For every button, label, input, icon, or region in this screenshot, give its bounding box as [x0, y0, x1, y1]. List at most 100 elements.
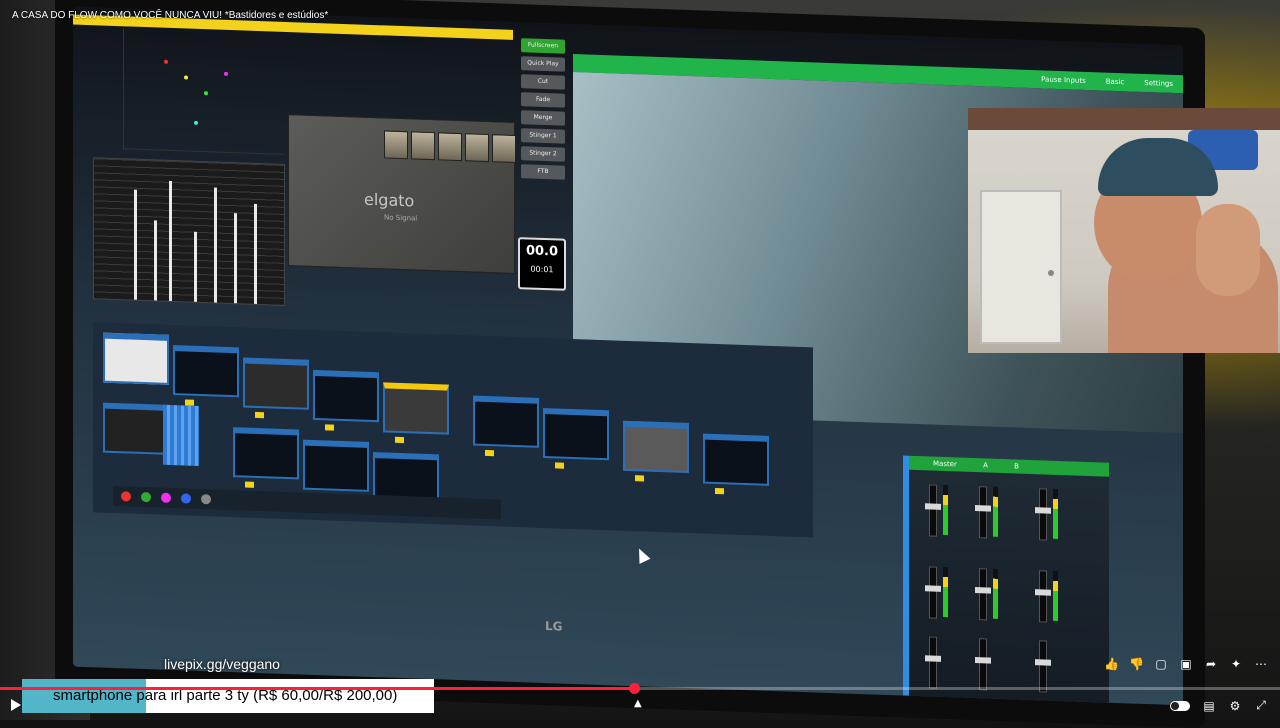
level-meter [993, 486, 998, 537]
input-pad[interactable] [555, 462, 564, 469]
action-icons: 👍 👎 ▢ ▣ ➦ ✦ ⋯ [1104, 657, 1268, 671]
comment-icon[interactable]: ▢ [1154, 657, 1168, 671]
elgato-logo: elgato [364, 189, 415, 211]
multicorder-icon[interactable] [181, 493, 191, 504]
clock-sub: 00:01 [530, 264, 554, 275]
waveform-spike [234, 213, 237, 304]
progress-scrubber[interactable] [628, 683, 640, 694]
basic-tab[interactable]: Basic [1106, 73, 1125, 92]
input-pad[interactable] [715, 487, 724, 495]
scope-dot [224, 71, 228, 76]
mixer-header: Master A B [909, 455, 1109, 477]
thumbnail [492, 134, 516, 164]
scope-dot [204, 91, 208, 96]
volume-fader[interactable] [979, 568, 987, 621]
volume-fader[interactable] [1039, 488, 1047, 541]
pause-inputs-tab[interactable]: Pause Inputs [1041, 70, 1086, 90]
fade-button[interactable]: Fade [521, 92, 565, 108]
fullscreen-icon[interactable]: ⤢ [1254, 698, 1268, 713]
chevron-up-icon[interactable]: ▲ [634, 698, 642, 709]
waveform-spike [214, 187, 217, 303]
waveform-spike [154, 220, 157, 301]
vectorscope [123, 28, 284, 155]
input-pad[interactable] [395, 436, 404, 444]
mixer-master-label: Master [933, 459, 957, 469]
no-signal-text: No Signal [384, 213, 418, 223]
volume-fader[interactable] [929, 636, 937, 689]
waveform-spike [169, 180, 172, 302]
playlist-icon[interactable] [201, 494, 211, 505]
input-tile[interactable] [233, 427, 299, 488]
share-icon[interactable]: ➦ [1204, 657, 1218, 671]
stinger-2-button[interactable]: Stinger 2 [521, 146, 565, 162]
level-meter [1053, 488, 1058, 539]
input-pad[interactable] [485, 449, 494, 457]
volume-fader[interactable] [979, 486, 987, 539]
level-meter [943, 484, 948, 536]
transition-buttons: Fullscreen Quick Play Cut Fade Merge Sti… [521, 38, 565, 184]
ftb-button[interactable]: FTB [521, 164, 565, 180]
volume-fader[interactable] [979, 638, 987, 691]
level-meter [993, 568, 998, 619]
quick-play-button[interactable]: Quick Play [521, 56, 565, 72]
volume-fader[interactable] [929, 484, 937, 537]
merge-button[interactable]: Merge [521, 110, 565, 126]
input-pad[interactable] [325, 424, 334, 431]
play-icon[interactable] [11, 699, 21, 711]
sparkle-icon[interactable]: ✦ [1229, 657, 1243, 671]
settings-tab[interactable]: Settings [1144, 74, 1173, 93]
fullscreen-button[interactable]: Fullscreen [521, 38, 565, 54]
input-tile[interactable] [543, 407, 609, 469]
progress-bar[interactable] [0, 683, 1280, 694]
input-pad[interactable] [245, 481, 254, 488]
cut-button[interactable]: Cut [521, 74, 565, 90]
video-title[interactable]: A CASA DO FLOW COMO VOCÊ NUNCA VIU! *Bas… [12, 10, 328, 21]
mixer-b-label: B [1014, 462, 1019, 471]
streamer-hand [1196, 204, 1260, 296]
stream-icon[interactable] [141, 491, 151, 503]
input-tile[interactable] [103, 402, 169, 455]
input-tile[interactable] [703, 433, 769, 495]
input-pad[interactable] [635, 475, 644, 482]
input-tile[interactable] [473, 395, 539, 457]
progress-fill [0, 687, 634, 690]
thumbnail [411, 131, 435, 161]
video-frame: elgato No Signal Fullscreen Quick Play C… [0, 0, 1280, 728]
input-tile[interactable] [243, 357, 309, 419]
external-icon[interactable] [161, 492, 171, 503]
input-tile[interactable] [313, 369, 379, 431]
scope-dot [164, 59, 168, 64]
stinger-1-button[interactable]: Stinger 1 [521, 128, 565, 144]
thumbnail [384, 130, 408, 160]
thumbnail [438, 132, 462, 162]
volume-fader[interactable] [1039, 570, 1047, 623]
record-icon[interactable] [121, 491, 131, 502]
player-controls: ▤ ⚙ ⤢ [1170, 698, 1268, 713]
volume-fader[interactable] [929, 566, 937, 619]
webcam-door [980, 190, 1062, 344]
thumb-up-icon[interactable]: 👍 [1104, 657, 1119, 671]
thumb-down-icon[interactable]: 👎 [1129, 657, 1144, 671]
more-icon[interactable]: ⋯ [1254, 657, 1268, 671]
autoplay-toggle[interactable] [1170, 700, 1190, 711]
level-meter [1053, 570, 1058, 621]
webcam-overlay [968, 108, 1280, 353]
input-pad[interactable] [255, 411, 264, 419]
audio-mixer: Master A B [903, 455, 1109, 703]
chat-icon[interactable]: ▣ [1179, 657, 1193, 671]
captions-icon[interactable]: ▤ [1202, 699, 1216, 713]
input-tile[interactable] [623, 420, 689, 482]
scope-dot [184, 75, 188, 80]
input-tile[interactable] [383, 382, 449, 444]
input-tile[interactable] [303, 439, 369, 501]
mixer-a-label: A [983, 461, 988, 470]
preview-window[interactable]: elgato No Signal [288, 114, 516, 274]
thumbnail [465, 133, 489, 163]
scope-dot [194, 120, 198, 125]
input-tile[interactable] [103, 332, 169, 385]
audio-level-strip [163, 404, 199, 466]
gear-icon[interactable]: ⚙ [1228, 699, 1242, 713]
input-tile[interactable] [173, 345, 239, 406]
volume-fader[interactable] [1039, 640, 1047, 693]
waveform-spike [134, 189, 137, 300]
